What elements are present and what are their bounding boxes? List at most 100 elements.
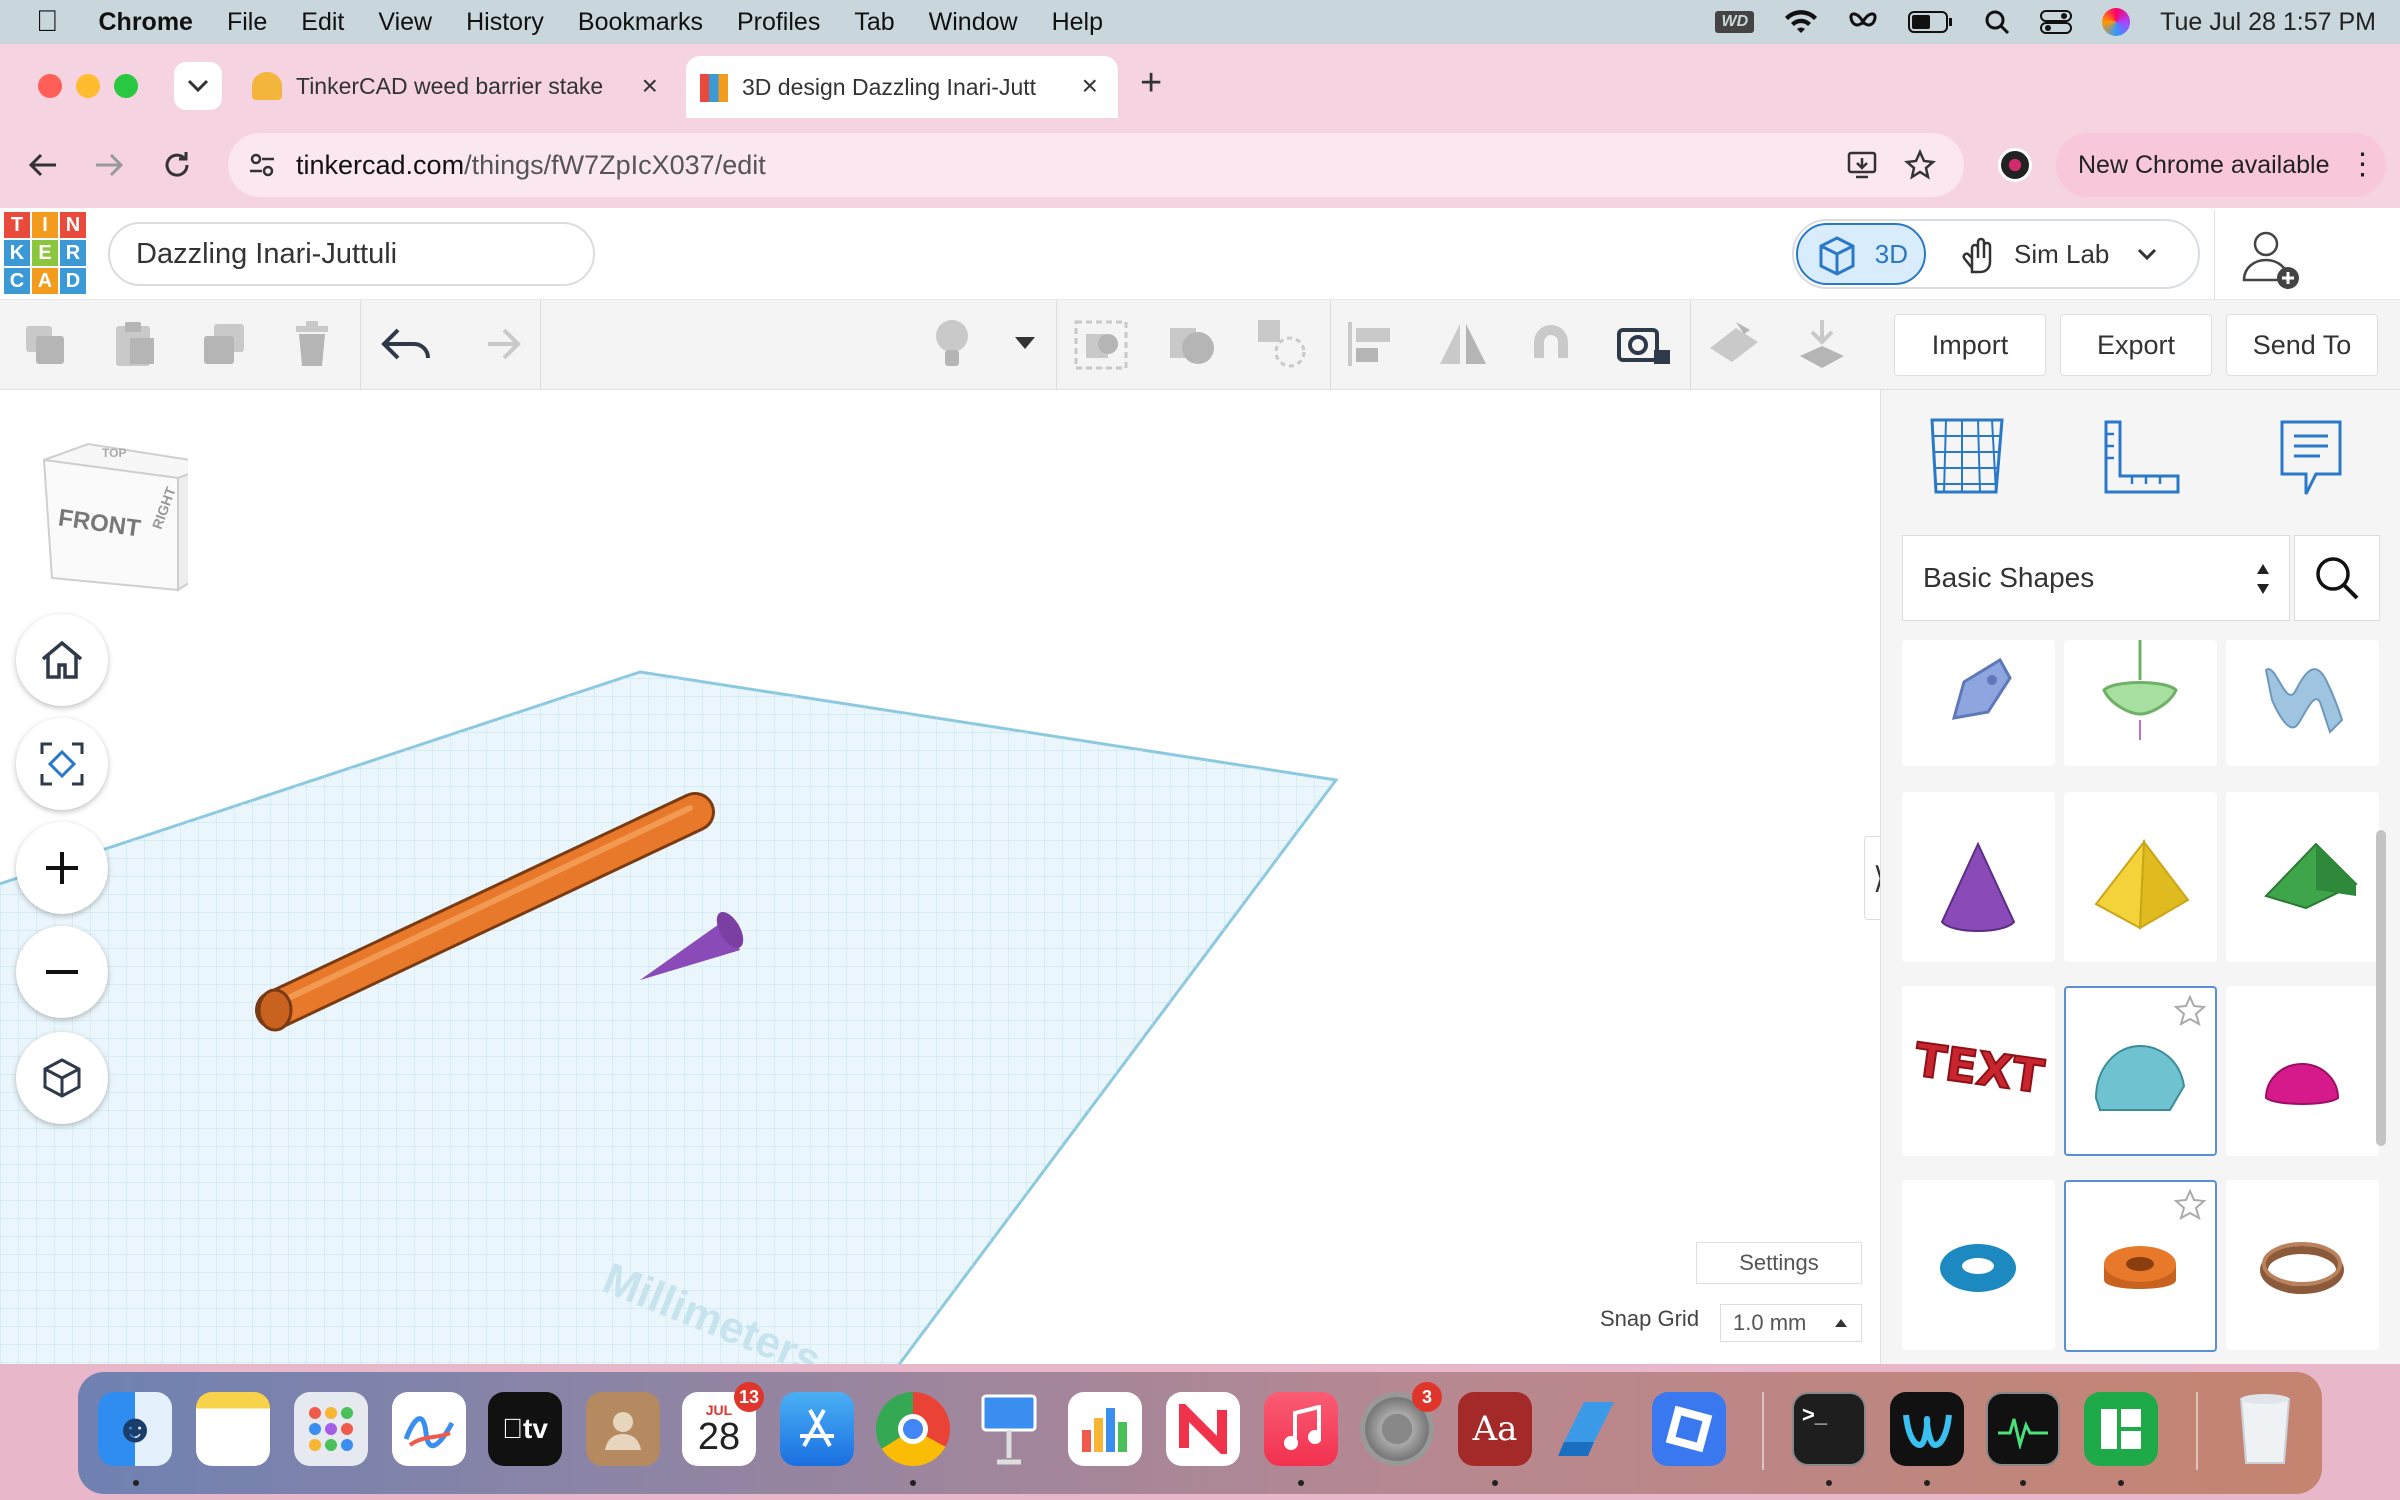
shape-tile-text[interactable]: TEXT	[1902, 986, 2055, 1156]
menu-help[interactable]: Help	[1052, 8, 1103, 37]
apple-icon[interactable]: 	[36, 5, 59, 39]
align-icon[interactable]	[1346, 320, 1396, 368]
workplane-viewport[interactable]: Millimeters	[0, 390, 1880, 1364]
menu-window[interactable]: Window	[929, 8, 1018, 37]
zoom-out-button[interactable]	[16, 926, 108, 1018]
delete-icon[interactable]	[292, 320, 332, 368]
dock-launchpad-icon[interactable]	[294, 1392, 368, 1466]
dock-webex-icon[interactable]	[1890, 1392, 1964, 1466]
reload-icon[interactable]	[160, 148, 194, 182]
wifi-icon[interactable]	[1784, 9, 1818, 35]
dock-roblox-icon[interactable]	[1652, 1392, 1726, 1466]
workplane-canvas[interactable]: Millimeters	[0, 390, 1880, 1364]
control-center-icon[interactable]	[2040, 9, 2073, 35]
dock-finder-icon[interactable]: ☻	[98, 1392, 172, 1466]
mirror-icon[interactable]	[1436, 320, 1490, 368]
snap-grid-select[interactable]: 1.0 mm	[1720, 1304, 1862, 1342]
ungroup-icon[interactable]	[1166, 320, 1218, 370]
shape-tile-pyramid[interactable]	[2064, 792, 2217, 962]
ruler-camera-icon[interactable]	[1616, 322, 1672, 366]
dock-chrome-icon[interactable]	[876, 1392, 950, 1466]
settings-button[interactable]: Settings	[1696, 1242, 1862, 1284]
shape-search-button[interactable]	[2294, 535, 2380, 621]
cut-hole-icon[interactable]	[1256, 318, 1308, 370]
tab-weed-barrier[interactable]: TinkerCAD weed barrier stake ×	[240, 56, 680, 116]
fit-view-button[interactable]	[16, 718, 108, 810]
tinkercad-logo[interactable]: T I N K E R C A D	[4, 212, 86, 294]
paste-icon[interactable]	[112, 320, 158, 368]
cruise-magnet-icon[interactable]	[1526, 318, 1576, 370]
address-bar[interactable]: tinkercad.com/things/fW7ZpIcX037/edit	[228, 133, 1964, 197]
notes-icon[interactable]	[2276, 418, 2346, 500]
ruler-icon[interactable]	[2100, 418, 2184, 498]
view-cube[interactable]: FRONT RIGHT TOP	[38, 440, 220, 600]
install-app-icon[interactable]	[1846, 149, 1878, 181]
shape-tile-tube[interactable]	[2064, 1180, 2217, 1352]
wd-drive-icon[interactable]: WD	[1715, 11, 1755, 33]
more-options-icon[interactable]: ⋮	[2348, 150, 2378, 180]
projection-button[interactable]	[16, 1032, 108, 1124]
menu-file[interactable]: File	[227, 8, 267, 37]
home-view-button[interactable]	[16, 614, 108, 706]
spotlight-search-icon[interactable]	[1984, 9, 2010, 35]
menu-app-name[interactable]: Chrome	[99, 8, 193, 37]
favorite-star-icon[interactable]	[2173, 994, 2207, 1028]
shape-tile-roof[interactable]	[2226, 792, 2379, 962]
workplane-grid-icon[interactable]	[1926, 414, 2006, 496]
dock-notes-icon[interactable]	[196, 1392, 270, 1466]
shape-tile-ring[interactable]	[2226, 1180, 2379, 1350]
user-add-icon[interactable]	[2240, 228, 2304, 292]
lightbulb-icon[interactable]	[932, 318, 972, 370]
dock-dictionary-icon[interactable]: Aa	[1458, 1392, 1532, 1466]
send-to-button[interactable]: Send To	[2226, 314, 2378, 376]
tab-close-icon[interactable]: ×	[642, 70, 658, 102]
menubar-datetime[interactable]: Tue Jul 28 1:57 PM	[2160, 8, 2376, 37]
dock-keynote-icon[interactable]	[972, 1392, 1046, 1466]
dock-news-icon[interactable]	[1166, 1392, 1240, 1466]
design-title-field[interactable]: Dazzling Inari-Juttuli	[108, 222, 595, 286]
butterfly-icon[interactable]	[1848, 10, 1878, 34]
minimize-window-button[interactable]	[76, 74, 100, 98]
dock-trash-icon[interactable]	[2228, 1392, 2302, 1466]
panel-scrollbar[interactable]	[2376, 830, 2386, 1146]
menu-tab[interactable]: Tab	[854, 8, 894, 37]
close-window-button[interactable]	[38, 74, 62, 98]
dock-contacts-icon[interactable]	[586, 1392, 660, 1466]
mode-simlab-button[interactable]: Sim Lab	[1960, 226, 2190, 282]
view-cube-top-label[interactable]: TOP	[102, 446, 126, 460]
undo-icon[interactable]	[380, 326, 432, 362]
dock-system-settings-icon[interactable]: 3	[1360, 1382, 1442, 1466]
bookmark-star-icon[interactable]	[1904, 149, 1936, 181]
dock-music-icon[interactable]	[1264, 1392, 1338, 1466]
dock-terminal-icon[interactable]: >_	[1792, 1392, 1866, 1466]
menu-view[interactable]: View	[378, 8, 432, 37]
group-icon[interactable]	[1074, 320, 1128, 370]
new-chrome-available-button[interactable]: New Chrome available ⋮	[2056, 133, 2386, 197]
zoom-window-button[interactable]	[114, 74, 138, 98]
zoom-in-button[interactable]	[16, 822, 108, 914]
copy-icon[interactable]	[22, 322, 68, 368]
new-tab-button[interactable]: +	[1140, 62, 1162, 105]
forward-icon[interactable]	[92, 148, 126, 182]
shape-tile-cone[interactable]	[1902, 792, 2055, 962]
menu-bookmarks[interactable]: Bookmarks	[578, 8, 703, 37]
import-button[interactable]: Import	[1894, 314, 2046, 376]
shape-tile-half-cylinder[interactable]	[2064, 986, 2217, 1156]
duplicate-icon[interactable]	[200, 322, 248, 368]
battery-icon[interactable]	[1908, 10, 1954, 34]
dock-calendar-icon[interactable]: JUL 28 13	[682, 1382, 764, 1466]
shape-tile-spinning-top[interactable]	[2064, 640, 2217, 766]
shape-category-select[interactable]: Basic Shapes	[1902, 535, 2290, 621]
workplane-icon[interactable]	[1706, 318, 1762, 370]
back-icon[interactable]	[26, 148, 60, 182]
dock-activity-monitor-icon[interactable]	[1986, 1392, 2060, 1466]
favorite-star-icon[interactable]	[2173, 1188, 2207, 1222]
menu-profiles[interactable]: Profiles	[737, 8, 820, 37]
profile-avatar[interactable]	[1998, 148, 2032, 182]
menu-edit[interactable]: Edit	[301, 8, 344, 37]
shape-tile-half-sphere[interactable]	[2226, 986, 2379, 1156]
dock-freeform-icon[interactable]	[392, 1392, 466, 1466]
site-info-icon[interactable]	[248, 151, 276, 179]
menu-history[interactable]: History	[466, 8, 544, 37]
tab-close-icon[interactable]: ×	[1082, 70, 1098, 102]
